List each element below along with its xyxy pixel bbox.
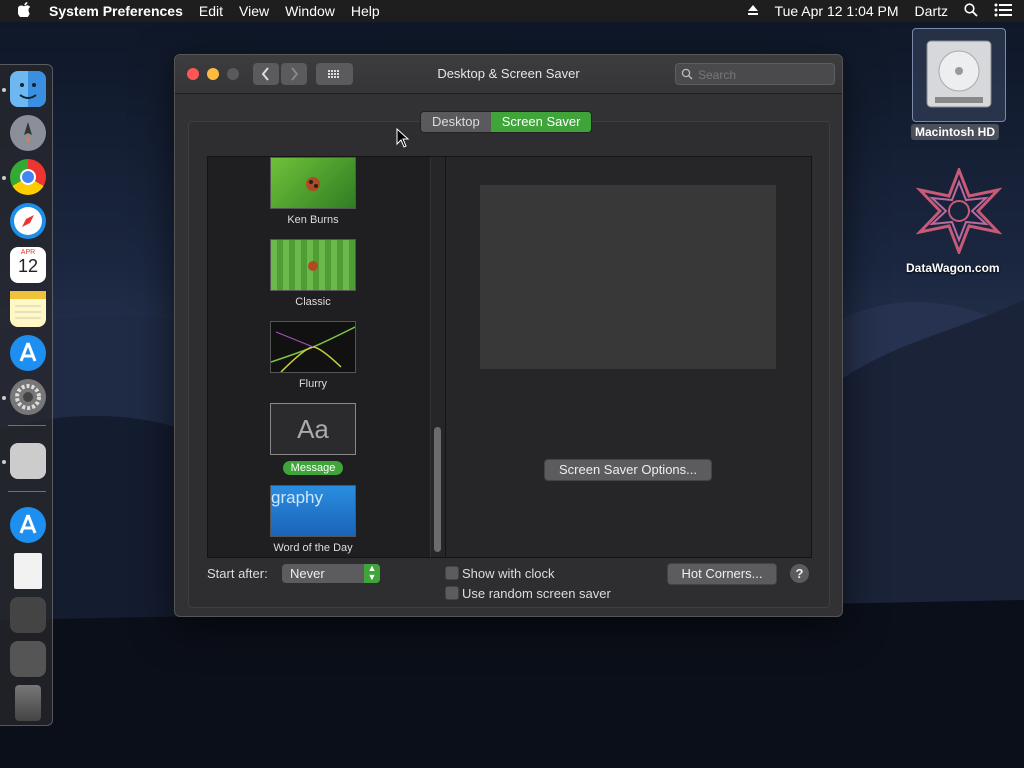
menu-app-name[interactable]: System Preferences xyxy=(41,3,191,19)
tab-control: Desktop Screen Saver xyxy=(420,111,593,133)
list-item[interactable]: Aa Message xyxy=(270,403,356,476)
flurry-label: Flurry xyxy=(298,378,328,390)
classic-thumbnail xyxy=(270,239,356,291)
show-clock-checkbox[interactable] xyxy=(445,566,459,580)
menu-view[interactable]: View xyxy=(231,3,277,19)
document-icon[interactable] xyxy=(14,553,42,589)
help-button[interactable]: ? xyxy=(790,564,809,583)
ken-burns-label: Ken Burns xyxy=(287,214,339,226)
screen-saver-list[interactable]: Ken Burns Classic Flurry Aa Message grap… xyxy=(207,156,447,558)
word-of-the-day-label: Word of the Day xyxy=(273,542,353,554)
calendar-month: APR xyxy=(20,249,36,256)
menu-user[interactable]: Dartz xyxy=(907,3,956,19)
list-item[interactable]: Flurry xyxy=(270,321,356,390)
flurry-thumbnail xyxy=(270,321,356,373)
macintosh-hd-label[interactable]: Macintosh HD xyxy=(911,124,1000,140)
apple-menu[interactable] xyxy=(0,2,41,20)
finder-icon[interactable] xyxy=(10,71,46,107)
screenshot-icon[interactable] xyxy=(10,641,46,677)
dock-separator xyxy=(8,491,46,492)
cursor-icon xyxy=(396,128,410,148)
spotlight-icon[interactable] xyxy=(956,2,986,20)
random-saver-checkbox[interactable] xyxy=(445,586,459,600)
datawagon-label[interactable]: DataWagon.com xyxy=(906,261,1000,275)
classic-label: Classic xyxy=(295,296,331,308)
message-thumbnail: Aa xyxy=(270,403,356,455)
running-indicator xyxy=(2,176,6,180)
tab-desktop[interactable]: Desktop xyxy=(421,112,491,132)
preview-area: Screen Saver Options... xyxy=(445,156,812,558)
search-field[interactable] xyxy=(675,63,835,85)
word-of-the-day-thumbnail: graphy xyxy=(270,485,356,537)
screen-saver-panel: Ken Burns Classic Flurry Aa Message grap… xyxy=(188,121,830,608)
chevron-up-down-icon: ▲ ▼ xyxy=(364,564,380,583)
safari-icon[interactable] xyxy=(10,203,46,239)
menu-window[interactable]: Window xyxy=(277,3,343,19)
list-item[interactable]: graphy Word of the Day xyxy=(270,485,356,554)
random-saver-label[interactable]: Use random screen saver xyxy=(462,586,611,601)
menu-edit[interactable]: Edit xyxy=(191,3,231,19)
chrome-window-icon[interactable] xyxy=(10,597,46,633)
list-item[interactable]: Classic xyxy=(270,239,356,308)
running-indicator xyxy=(2,460,6,464)
calendar-day: 12 xyxy=(17,256,39,276)
start-after-select[interactable]: Never ▲ ▼ xyxy=(282,564,380,583)
app-store-download-icon[interactable] xyxy=(10,507,46,543)
dock: APR 12 xyxy=(0,64,53,726)
menu-extras: Tue Apr 12 1:04 PM Dartz xyxy=(739,2,1024,20)
search-input[interactable] xyxy=(696,65,830,84)
datawagon-icon[interactable] xyxy=(916,168,1002,254)
chrome-icon[interactable] xyxy=(10,159,46,195)
notes-icon[interactable] xyxy=(10,291,46,327)
tab-screen-saver[interactable]: Screen Saver xyxy=(490,112,592,132)
dock-separator xyxy=(8,425,46,426)
menu-bar: System Preferences Edit View Window Help… xyxy=(0,0,1024,22)
title-bar: Desktop & Screen Saver xyxy=(175,55,842,94)
scroll-thumb[interactable] xyxy=(434,427,441,552)
show-clock-label[interactable]: Show with clock xyxy=(462,566,554,581)
menu-clock[interactable]: Tue Apr 12 1:04 PM xyxy=(767,3,907,19)
menu-help[interactable]: Help xyxy=(343,3,388,19)
message-label: Message xyxy=(282,461,344,475)
trash-icon[interactable] xyxy=(15,685,41,721)
system-preferences-icon[interactable] xyxy=(10,379,46,415)
hot-corners-button[interactable]: Hot Corners... xyxy=(667,563,777,585)
list-item[interactable]: Ken Burns xyxy=(270,157,356,226)
launchpad-icon[interactable] xyxy=(10,115,46,151)
app-store-icon[interactable] xyxy=(10,335,46,371)
ken-burns-thumbnail xyxy=(270,157,356,209)
start-after-value: Never xyxy=(290,566,325,581)
desktop-screen-saver-window: Desktop & Screen Saver Desktop Screen Sa… xyxy=(174,54,843,617)
running-indicator xyxy=(2,88,6,92)
eject-icon[interactable] xyxy=(739,3,767,19)
screen-saver-preview xyxy=(480,185,776,369)
macintosh-hd-icon[interactable] xyxy=(912,28,1006,122)
running-indicator xyxy=(2,396,6,400)
calendar-icon[interactable]: APR 12 xyxy=(10,247,46,283)
notification-center-icon[interactable] xyxy=(986,3,1024,20)
start-after-label: Start after: xyxy=(207,566,268,581)
list-scrollbar[interactable] xyxy=(430,157,445,557)
apple-icon xyxy=(17,2,31,18)
installer-icon[interactable] xyxy=(10,443,46,479)
screen-saver-options-button[interactable]: Screen Saver Options... xyxy=(544,459,712,481)
search-icon xyxy=(681,68,693,80)
